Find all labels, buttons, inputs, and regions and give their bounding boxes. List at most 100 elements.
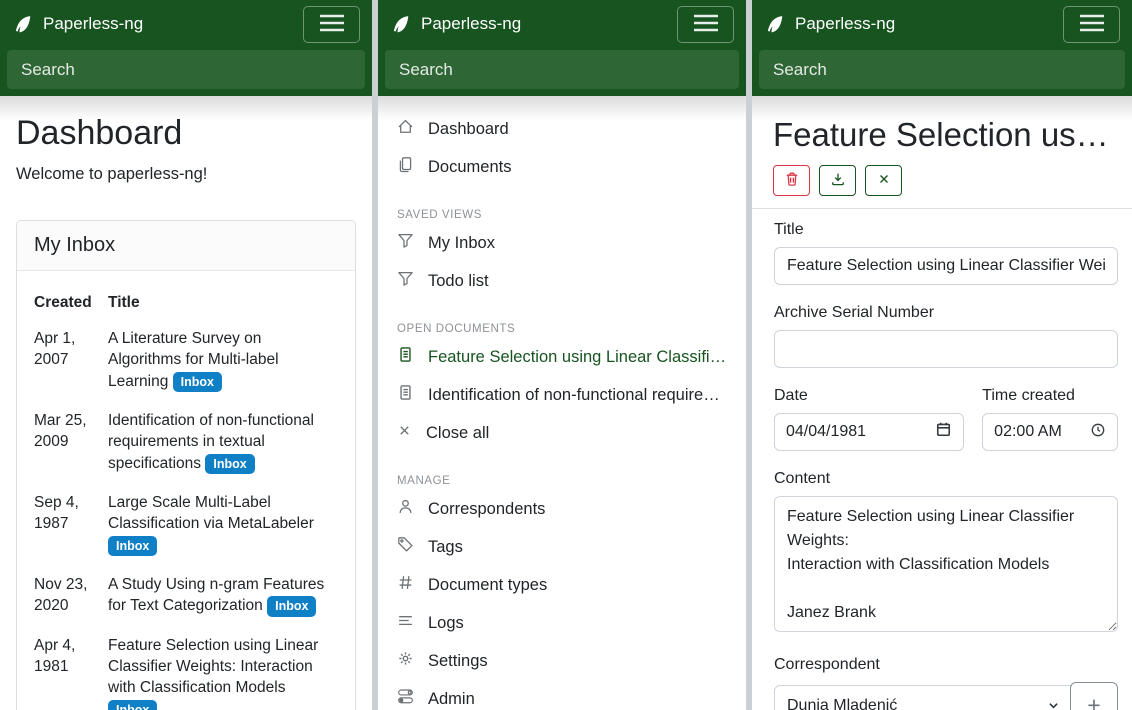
nav-item-dashboard[interactable]: Dashboard [378, 110, 746, 148]
filter-icon [397, 232, 414, 254]
time-value: 02:00 AM [994, 423, 1062, 441]
time-input[interactable]: 02:00 AM [982, 413, 1118, 451]
correspondent-field-label: Correspondent [774, 656, 1118, 674]
nav-item-my-inbox[interactable]: My Inbox [378, 224, 746, 262]
nav-item-open-document-2[interactable]: Identification of non-functional require… [378, 376, 746, 414]
brand-link[interactable]: Paperless-ng [390, 14, 521, 35]
menu-toggle-button[interactable] [303, 6, 360, 43]
dashboard-panel: Paperless-ng Dashboard Welcome to paperl… [0, 0, 372, 710]
document-link[interactable]: Large Scale Multi-Label Classification v… [108, 494, 314, 532]
download-icon [830, 171, 846, 190]
paperless-logo-icon [12, 14, 33, 35]
text-lines-icon [397, 612, 414, 634]
inbox-widget: My Inbox Created Title Apr 1, 2007 A Lit… [16, 220, 356, 710]
search-bar [378, 48, 746, 96]
brand-link[interactable]: Paperless-ng [764, 14, 895, 35]
hamburger-icon [1079, 12, 1105, 37]
document-form: Title Archive Serial Number Date 04/04/1… [752, 209, 1132, 710]
person-icon [397, 498, 414, 520]
nav-item-logs[interactable]: Logs [378, 604, 746, 642]
nav-item-todo-list[interactable]: Todo list [378, 262, 746, 300]
filter-icon [397, 270, 414, 292]
welcome-text: Welcome to paperless-ng! [16, 165, 356, 184]
delete-button[interactable] [773, 165, 810, 196]
title-cell: Large Scale Multi-Label Classification v… [108, 483, 338, 565]
nav-item-label: My Inbox [428, 234, 495, 253]
inbox-tag-badge: Inbox [205, 454, 254, 475]
calendar-icon[interactable] [935, 421, 952, 443]
created-cell: Mar 25, 2009 [34, 401, 108, 483]
menu-body: Dashboard Documents SAVED VIEWS My Inbox… [378, 96, 746, 710]
created-cell: Sep 4, 1987 [34, 483, 108, 565]
add-correspondent-button[interactable]: + [1070, 682, 1118, 710]
documents-icon [397, 156, 414, 178]
gear-icon [397, 650, 414, 672]
date-input[interactable]: 04/04/1981 [774, 413, 964, 451]
date-value: 04/04/1981 [786, 423, 866, 441]
nav-item-label: Feature Selection using Linear Classifie… [428, 348, 729, 367]
search-input[interactable] [759, 50, 1125, 89]
menu-toggle-button[interactable] [1063, 6, 1120, 43]
inbox-widget-title: My Inbox [17, 221, 355, 271]
hamburger-icon [693, 12, 719, 37]
date-field-label: Date [774, 387, 964, 405]
document-panel: Paperless-ng Feature Selection usin... [752, 0, 1132, 710]
created-cell: Apr 1, 2007 [34, 319, 108, 401]
nav-item-tags[interactable]: Tags [378, 528, 746, 566]
nav-item-label: Todo list [428, 272, 489, 291]
content-field-label: Content [774, 470, 1118, 488]
content-textarea[interactable]: Feature Selection using Linear Classifie… [774, 496, 1118, 632]
nav-item-admin[interactable]: Admin [378, 680, 746, 710]
document-title-heading: Feature Selection usin... [773, 116, 1111, 154]
inbox-tag-badge: Inbox [173, 372, 222, 393]
file-text-icon [397, 346, 414, 368]
search-bar [752, 48, 1132, 96]
title-cell: A Literature Survey on Algorithms for Mu… [108, 319, 338, 401]
home-icon [397, 118, 414, 140]
nav-item-settings[interactable]: Settings [378, 642, 746, 680]
nav-item-close-all[interactable]: Close all [378, 414, 746, 452]
nav-item-open-document-1[interactable]: Feature Selection using Linear Classifie… [378, 338, 746, 376]
menu-toggle-button[interactable] [677, 6, 734, 43]
inbox-tag-badge: Inbox [108, 536, 157, 557]
inbox-tag-badge: Inbox [267, 596, 316, 617]
nav-item-label: Correspondents [428, 500, 545, 519]
download-button[interactable] [819, 165, 856, 196]
nav-item-label: Dashboard [428, 120, 509, 139]
title-input[interactable] [774, 247, 1118, 285]
brand-link[interactable]: Paperless-ng [12, 14, 143, 35]
navbar: Paperless-ng [378, 0, 746, 48]
paperless-logo-icon [390, 14, 411, 35]
inbox-table: Created Title Apr 1, 2007 A Literature S… [34, 286, 338, 710]
section-header-saved-views: SAVED VIEWS [378, 206, 746, 224]
nav-item-document-types[interactable]: Document types [378, 566, 746, 604]
close-icon [397, 423, 412, 443]
created-cell: Apr 4, 1981 [34, 626, 108, 710]
section-header-open-documents: OPEN DOCUMENTS [378, 320, 746, 338]
correspondent-select[interactable]: Dunja Mladenić [774, 685, 1071, 710]
table-row[interactable]: Sep 4, 1987 Large Scale Multi-Label Clas… [34, 483, 338, 565]
table-row[interactable]: Apr 4, 1981 Feature Selection using Line… [34, 626, 338, 710]
toggles-icon [397, 688, 414, 710]
tag-icon [397, 536, 414, 558]
title-cell: Identification of non-functional require… [108, 401, 338, 483]
document-link[interactable]: Feature Selection using Linear Classifie… [108, 637, 318, 696]
search-input[interactable] [385, 50, 739, 89]
nav-item-correspondents[interactable]: Correspondents [378, 490, 746, 528]
brand-name: Paperless-ng [795, 14, 895, 34]
archive-serial-number-input[interactable] [774, 330, 1118, 368]
nav-item-label: Identification of non-functional require… [428, 386, 729, 405]
table-row[interactable]: Mar 25, 2009 Identification of non-funct… [34, 401, 338, 483]
paperless-logo-icon [764, 14, 785, 35]
column-header-created: Created [34, 286, 108, 319]
close-button[interactable] [865, 165, 902, 196]
table-row[interactable]: Nov 23, 2020 A Study Using n-gram Featur… [34, 565, 338, 626]
search-input[interactable] [7, 50, 365, 89]
nav-item-label: Logs [428, 614, 464, 633]
navbar: Paperless-ng [0, 0, 372, 48]
table-row[interactable]: Apr 1, 2007 A Literature Survey on Algor… [34, 319, 338, 401]
clock-icon[interactable] [1090, 422, 1106, 443]
nav-item-documents[interactable]: Documents [378, 148, 746, 186]
nav-item-label: Document types [428, 576, 547, 595]
trash-icon [784, 171, 800, 190]
